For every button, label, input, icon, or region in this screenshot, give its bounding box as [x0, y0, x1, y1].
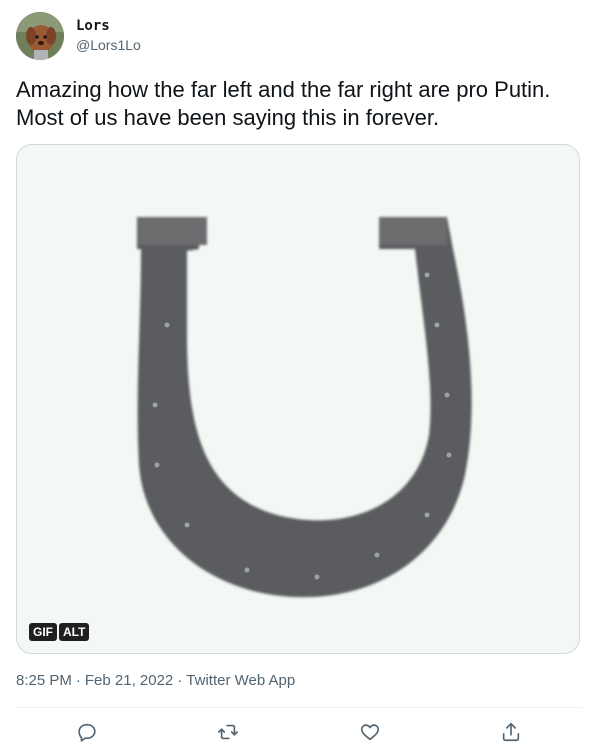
gif-badge: GIF — [29, 623, 57, 641]
tweet-text-line: Most of us have been saying this in fore… — [16, 105, 440, 130]
tweet-text: Amazing how the far left and the far rig… — [16, 76, 586, 132]
like-icon — [360, 724, 379, 741]
horseshoe-image — [137, 217, 472, 598]
tweet-actions — [16, 714, 582, 750]
share-icon — [503, 722, 520, 742]
author-names: Lors @Lors1Lo — [76, 16, 141, 54]
media-badges: GIF ALT — [29, 623, 91, 641]
meta-separator: · — [75, 672, 81, 689]
reply-icon — [78, 723, 96, 742]
tweet-meta: 8:25 PM · Feb 21, 2022 · Twitter Web App — [16, 672, 295, 689]
retweet-button[interactable] — [210, 714, 246, 750]
dog-avatar-icon — [16, 12, 64, 60]
user-handle[interactable]: @Lors1Lo — [76, 36, 141, 54]
share-button[interactable] — [493, 714, 529, 750]
tweet-header: Lors @Lors1Lo — [16, 12, 141, 60]
meta-separator: · — [177, 672, 183, 689]
alt-badge[interactable]: ALT — [59, 623, 90, 641]
tweet-text-line: Amazing how the far left and the far rig… — [16, 77, 551, 102]
retweet-icon — [218, 724, 239, 740]
like-button[interactable] — [352, 714, 388, 750]
display-name[interactable]: Lors — [76, 16, 141, 36]
tweet-media[interactable]: GIF ALT — [16, 144, 580, 654]
tweet-source[interactable]: Twitter Web App — [186, 672, 295, 689]
reply-button[interactable] — [69, 714, 105, 750]
tweet-date[interactable]: Feb 21, 2022 — [85, 672, 173, 689]
divider — [16, 707, 582, 708]
avatar[interactable] — [16, 12, 64, 60]
tweet-time[interactable]: 8:25 PM — [16, 672, 72, 689]
